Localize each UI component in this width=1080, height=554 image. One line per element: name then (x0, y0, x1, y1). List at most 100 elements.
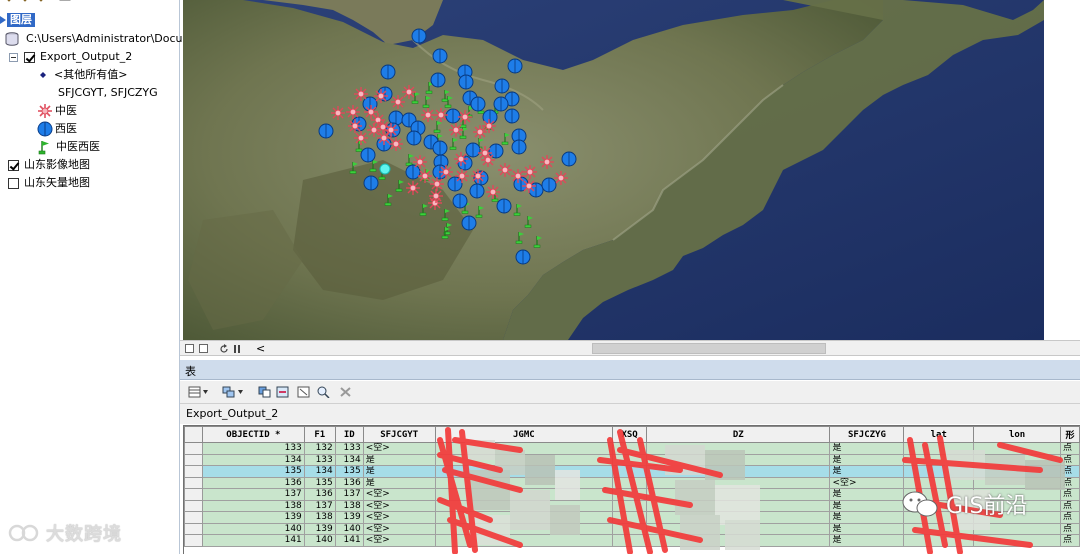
tcm-asterisk-symbol[interactable] (511, 169, 525, 183)
western-circle-symbol[interactable] (452, 193, 468, 209)
switch-selection-icon[interactable] (276, 386, 289, 398)
western-circle-symbol[interactable] (380, 64, 396, 80)
combined-flag-symbol[interactable] (349, 162, 358, 174)
dropdown-arrow-icon[interactable] (238, 390, 243, 394)
tcm-asterisk-symbol[interactable] (478, 146, 492, 160)
cell-objectid[interactable]: 133 (201, 442, 305, 455)
collapse-toggle-icon[interactable] (9, 52, 18, 62)
tcm-asterisk-symbol[interactable] (418, 169, 432, 183)
layer-imagery-visibility-checkbox[interactable] (8, 159, 19, 171)
cell-objectid[interactable]: 137 (201, 488, 305, 501)
cell-id[interactable]: 140 (334, 522, 364, 535)
western-circle-symbol[interactable] (515, 249, 531, 265)
cell-shape[interactable]: 点 (1059, 442, 1080, 455)
column-header-lon[interactable]: lon (973, 426, 1061, 443)
tcm-asterisk-symbol[interactable] (429, 189, 443, 203)
row-selector[interactable] (184, 499, 203, 512)
cell-lon[interactable] (973, 465, 1061, 478)
combined-flag-symbol[interactable] (533, 236, 542, 248)
cell-f1[interactable]: 132 (303, 442, 336, 455)
layout-view-icon[interactable] (199, 344, 208, 353)
cell-jgmc[interactable] (434, 522, 614, 535)
cell-lat[interactable] (903, 465, 975, 478)
cell-f1[interactable]: 133 (303, 453, 336, 466)
cell-id[interactable]: 134 (334, 453, 364, 466)
tcm-asterisk-symbol[interactable] (471, 169, 485, 183)
tcm-asterisk-symbol[interactable] (421, 108, 435, 122)
cell-objectid[interactable]: 139 (201, 511, 305, 524)
row-selector[interactable] (184, 488, 203, 501)
combined-flag-symbol[interactable] (475, 206, 484, 218)
western-circle-symbol[interactable] (405, 164, 421, 180)
cell-dz[interactable] (646, 465, 831, 478)
delete-selected-icon[interactable] (339, 386, 352, 398)
tcm-asterisk-symbol[interactable] (523, 165, 537, 179)
selected-feature-symbol[interactable] (379, 163, 391, 175)
cell-sfjczyg[interactable]: 是 (829, 442, 905, 455)
tcm-asterisk-symbol[interactable] (384, 123, 398, 137)
tcm-asterisk-symbol[interactable] (554, 171, 568, 185)
toc-layer-imagery[interactable]: 山东影像地图 (8, 156, 90, 174)
combined-flag-symbol[interactable] (422, 96, 431, 108)
cell-id[interactable]: 135 (334, 465, 364, 478)
cell-sfjczyg[interactable]: 是 (829, 522, 905, 535)
combined-flag-symbol[interactable] (405, 154, 414, 166)
tcm-asterisk-symbol[interactable] (364, 105, 378, 119)
table-row[interactable]: 133 132 133 <空> 是点 (184, 442, 1080, 455)
cell-dz[interactable] (646, 511, 831, 524)
cell-sfjczyg[interactable]: 是 (829, 534, 905, 547)
tcm-asterisk-symbol[interactable] (540, 155, 554, 169)
cell-sfjcgyt[interactable]: <空> (362, 522, 436, 535)
cell-lon[interactable] (973, 453, 1061, 466)
combined-flag-symbol[interactable] (449, 138, 458, 150)
cell-shape[interactable]: 点 (1059, 534, 1080, 547)
western-circle-symbol[interactable] (432, 48, 448, 64)
cell-jgmc[interactable] (434, 511, 614, 524)
cell-objectid[interactable]: 135 (201, 465, 305, 478)
cell-dz[interactable] (646, 488, 831, 501)
combined-flag-symbol[interactable] (513, 204, 522, 216)
cell-objectid[interactable]: 138 (201, 499, 305, 512)
dropdown-arrow-icon[interactable] (203, 390, 208, 394)
cell-jgmc[interactable] (434, 499, 614, 512)
cell-id[interactable]: 139 (334, 511, 364, 524)
cell-sfjczyg[interactable]: 是 (829, 453, 905, 466)
point-features-layer[interactable] (183, 0, 1044, 340)
tcm-asterisk-symbol[interactable] (406, 181, 420, 195)
cell-sfjczyg[interactable]: 是 (829, 465, 905, 478)
tcm-asterisk-symbol[interactable] (391, 95, 405, 109)
table-row[interactable]: 134 133 134 是是点 (184, 453, 1080, 466)
tcm-asterisk-symbol[interactable] (354, 131, 368, 145)
western-circle-symbol[interactable] (360, 147, 376, 163)
combined-flag-symbol[interactable] (395, 180, 404, 192)
tcm-asterisk-symbol[interactable] (354, 87, 368, 101)
row-selector[interactable] (184, 534, 203, 547)
list-by-visibility-icon[interactable] (34, 0, 48, 6)
western-circle-symbol[interactable] (470, 96, 486, 112)
options-icon[interactable] (58, 0, 72, 6)
cell-xsq[interactable] (612, 488, 648, 501)
tcm-asterisk-symbol[interactable] (377, 131, 391, 145)
western-circle-symbol[interactable] (504, 108, 520, 124)
cell-lon[interactable] (973, 534, 1061, 547)
tcm-asterisk-symbol[interactable] (367, 123, 381, 137)
cell-dz[interactable] (646, 534, 831, 547)
table-row[interactable]: 140 139 140 <空> 是点 (184, 522, 1080, 535)
cell-lat[interactable] (903, 442, 975, 455)
pause-drawing-icon[interactable] (233, 344, 241, 354)
column-header-sfjczyg[interactable]: SFJCZYG (829, 426, 905, 443)
tcm-asterisk-symbol[interactable] (458, 110, 472, 124)
western-circle-symbol[interactable] (493, 96, 509, 112)
cell-sfjcgyt[interactable]: <空> (362, 442, 436, 455)
cell-sfjcgyt[interactable]: 是 (362, 476, 436, 489)
cell-lat[interactable] (903, 522, 975, 535)
cell-dz[interactable] (646, 476, 831, 489)
western-circle-symbol[interactable] (469, 183, 485, 199)
combined-flag-symbol[interactable] (459, 127, 468, 139)
tcm-asterisk-symbol[interactable] (374, 89, 388, 103)
column-header-jgmc[interactable]: JGMC (434, 426, 614, 443)
combined-flag-symbol[interactable] (515, 232, 524, 244)
western-circle-symbol[interactable] (541, 177, 557, 193)
combined-flag-symbol[interactable] (411, 92, 420, 104)
cell-sfjcgyt[interactable]: <空> (362, 534, 436, 547)
